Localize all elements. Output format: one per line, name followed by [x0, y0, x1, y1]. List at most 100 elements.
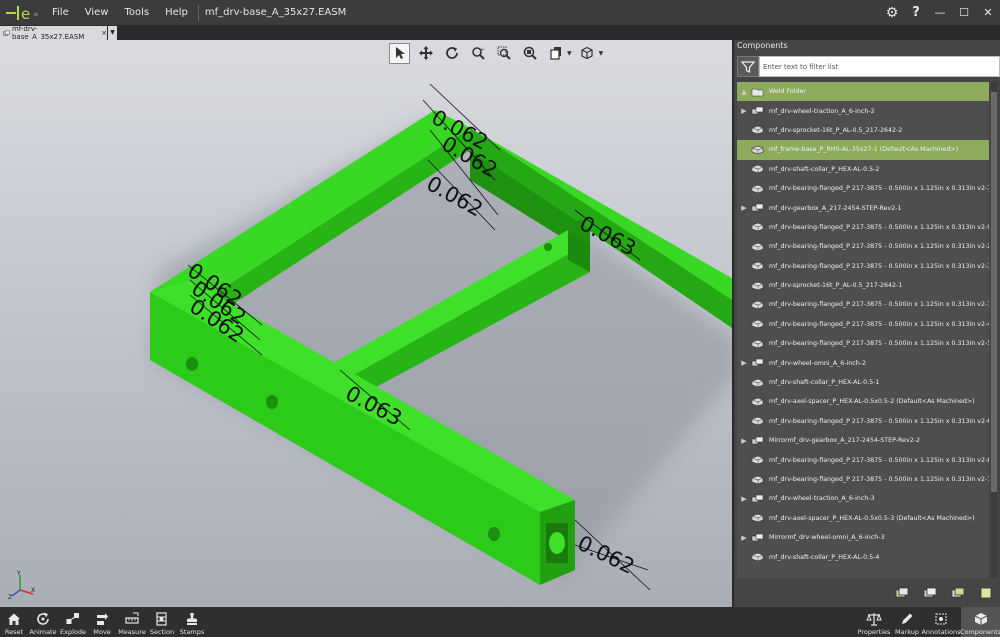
- component-label: mf_drv-sprocket-16t_P_AL-0.5_217-2642-2: [769, 126, 903, 134]
- assembly-icon: [751, 358, 764, 367]
- zoom-fit-icon[interactable]: [519, 43, 540, 64]
- axis-y-label: Y: [16, 570, 21, 577]
- weld-folder-icon: [751, 88, 764, 96]
- component-tree-row[interactable]: mf_drv-bearing-flanged_P 217-3875 - 0.50…: [737, 334, 989, 353]
- section-tool[interactable]: Section: [149, 607, 175, 637]
- appearance-dropdown-caret[interactable]: ▼: [567, 50, 572, 57]
- scrollbar-thumb[interactable]: [991, 92, 997, 492]
- expand-toggle-icon[interactable]: ▶: [737, 495, 751, 503]
- component-tree-row[interactable]: ▶ mf_drv-wheel-traction_A_6-inch-2: [737, 101, 989, 120]
- component-tree-row[interactable]: mf_drv-sprocket-16t_P_AL-0.5_217-2642-2: [737, 121, 989, 140]
- tab-list-dropdown[interactable]: ▼: [108, 26, 117, 40]
- component-tree-row[interactable]: mf_drv-bearing-flanged_P 217-3875 - 0.50…: [737, 218, 989, 237]
- component-tree-row[interactable]: ▶ mf_drv-gearbox_A_217-2454-STEP-Rev2-1: [737, 198, 989, 217]
- part-icon: [751, 126, 764, 135]
- part-icon: [751, 552, 764, 562]
- assembly-icon: [751, 533, 764, 541]
- expand-toggle-icon[interactable]: ▶: [737, 437, 751, 445]
- component-tree-row[interactable]: mf_drv-bearing-flanged_P 217-3875 - 0.50…: [737, 179, 989, 198]
- component-tree-row[interactable]: mf_drv-axel-spacer_P_HEX-AL-0.5x0.5-2 (D…: [737, 392, 989, 411]
- component-tree-row[interactable]: mf_drv-bearing-flanged_P 217-3875 - 0.50…: [737, 295, 989, 314]
- rotate-icon[interactable]: [441, 43, 462, 64]
- hide-part-icon[interactable]: [922, 585, 938, 601]
- expand-toggle-icon[interactable]: ▶: [737, 107, 751, 115]
- components-tool[interactable]: Components: [960, 607, 1000, 637]
- component-label: mf_drv-sprocket-16t_P_AL-0.5_217-2642-1: [769, 282, 903, 290]
- tab-close-icon[interactable]: ×: [101, 29, 107, 37]
- component-tree-row[interactable]: mf_frame-base_P_RHS-AL-35x27-1 (Default<…: [737, 140, 989, 160]
- appearance-icon[interactable]: [545, 43, 566, 64]
- measure-tool[interactable]: Measure: [117, 607, 147, 637]
- document-title: mf_drv-base_A_35x27.EASM: [204, 7, 347, 18]
- view-cube-icon[interactable]: [577, 43, 598, 64]
- svg-text:+-: +-: [480, 47, 485, 53]
- component-tree-row[interactable]: mf_drv-bearing-flanged_P 217-3875 - 0.50…: [737, 450, 989, 469]
- filter-funnel-icon[interactable]: [737, 56, 759, 77]
- pan-move-icon[interactable]: [415, 43, 436, 64]
- move-tool[interactable]: Move: [90, 607, 114, 637]
- svg-text:«: «: [33, 10, 39, 20]
- component-label: mf_drv-shaft-collar_P_HEX-AL-0.5-1: [769, 379, 880, 387]
- component-label: mf_drv-bearing-flanged_P 217-3875 - 0.50…: [769, 223, 989, 231]
- component-tree-row[interactable]: mf_drv-shaft-collar_P_HEX-AL-0.5-4: [737, 547, 989, 566]
- annotations-tool[interactable]: Annotations: [921, 607, 961, 637]
- panel-title: Components: [737, 41, 788, 50]
- isolate-part-icon[interactable]: [950, 585, 966, 601]
- show-part-icon[interactable]: [894, 585, 910, 601]
- filter-input[interactable]: [759, 56, 1000, 77]
- component-tree-row[interactable]: mf_drv-sprocket-16t_P_AL-0.5_217-2642-1: [737, 276, 989, 295]
- app-logo[interactable]: e «: [0, 0, 44, 25]
- document-tab-bar: mf-drv-base_A_35x27.EASM × ▼: [0, 25, 1000, 41]
- tree-scrollbar[interactable]: [991, 82, 997, 578]
- menu-help[interactable]: Help: [157, 0, 196, 25]
- component-tree-row[interactable]: mf_drv-shaft-collar_P_HEX-AL-0.5-1: [737, 373, 989, 392]
- expand-toggle-icon[interactable]: ▶: [737, 359, 751, 367]
- section-icon: [156, 612, 167, 626]
- animate-tool[interactable]: Animate: [29, 607, 57, 637]
- settings-gear-icon[interactable]: ⚙: [880, 0, 904, 25]
- markup-label: Markup: [894, 628, 920, 636]
- component-tree-row[interactable]: mf_drv-bearing-flanged_P 217-3875 - 0.50…: [737, 470, 989, 489]
- component-tree-row[interactable]: mf_drv-bearing-flanged_P 217-3875 - 0.50…: [737, 237, 989, 256]
- explode-tool[interactable]: Explode: [59, 607, 87, 637]
- transparency-icon[interactable]: [978, 585, 994, 601]
- component-tree-row[interactable]: mf_drv-bearing-flanged_P 217-3875 - 0.50…: [737, 315, 989, 334]
- component-tree-row[interactable]: mf_drv-bearing-flanged_P 217-3875 - 0.50…: [737, 257, 989, 276]
- markup-tool[interactable]: Markup: [893, 607, 921, 637]
- menu-tools[interactable]: Tools: [116, 0, 157, 25]
- frame-model[interactable]: 0.062 0.062 0.062 0.063 0.062 0.062 0.06…: [0, 40, 732, 607]
- filter-row: [737, 56, 1000, 77]
- document-tab[interactable]: mf-drv-base_A_35x27.EASM ×: [0, 25, 107, 41]
- close-button[interactable]: ✕: [976, 0, 1000, 25]
- component-tree-row[interactable]: ▶ Mirrormf_drv-gearbox_A_217-2454-STEP-Re…: [737, 431, 989, 450]
- component-label: mf_drv-wheel-traction_A_6-inch-2: [769, 107, 875, 115]
- expand-toggle-icon[interactable]: ▲: [737, 88, 751, 96]
- expand-toggle-icon[interactable]: ▶: [737, 534, 751, 542]
- maximize-button[interactable]: ☐: [952, 0, 976, 25]
- part-icon: [751, 184, 764, 193]
- component-tree-row[interactable]: ▶ Mirrormf_drv-wheel-omni_A_6-inch-3: [737, 528, 989, 547]
- view-toolbar: +- ▼ ▼: [389, 41, 603, 65]
- reset-tool[interactable]: Reset: [2, 607, 26, 637]
- expand-toggle-icon[interactable]: ▶: [737, 204, 751, 212]
- component-tree-row[interactable]: ▶ mf_drv-wheel-traction_A_6-inch-3: [737, 489, 989, 508]
- component-tree-row[interactable]: mf_drv-bearing-flanged_P 217-3875 - 0.50…: [737, 412, 989, 431]
- part-icon: [751, 261, 764, 271]
- view-dropdown-caret[interactable]: ▼: [599, 50, 604, 57]
- zoom-area-icon[interactable]: [493, 43, 514, 64]
- menu-file[interactable]: File: [44, 0, 77, 25]
- 3d-viewport[interactable]: 0.062 0.062 0.062 0.063 0.062 0.062 0.06…: [0, 40, 732, 607]
- minimize-button[interactable]: —: [928, 0, 952, 25]
- component-label: mf_drv-bearing-flanged_P 217-3875 - 0.50…: [769, 417, 989, 425]
- component-tree-row[interactable]: mf_drv-axel-spacer_P_HEX-AL-0.5x0.5-3 (D…: [737, 509, 989, 528]
- panel-bottom-actions: [734, 578, 1000, 607]
- stamps-tool[interactable]: Stamps: [178, 607, 206, 637]
- properties-tool[interactable]: Properties: [856, 607, 892, 637]
- menu-view[interactable]: View: [77, 0, 117, 25]
- select-arrow-icon[interactable]: [389, 42, 410, 64]
- component-tree-row[interactable]: mf_drv-shaft-collar_P_HEX-AL-0.5-2: [737, 160, 989, 179]
- component-tree-row[interactable]: ▲ Weld Folder: [737, 82, 989, 102]
- component-tree-row[interactable]: ▶ mf_drv-wheel-omni_A_6-inch-2: [737, 353, 989, 372]
- help-icon[interactable]: ?: [904, 0, 928, 25]
- zoom-icon[interactable]: +-: [467, 43, 488, 64]
